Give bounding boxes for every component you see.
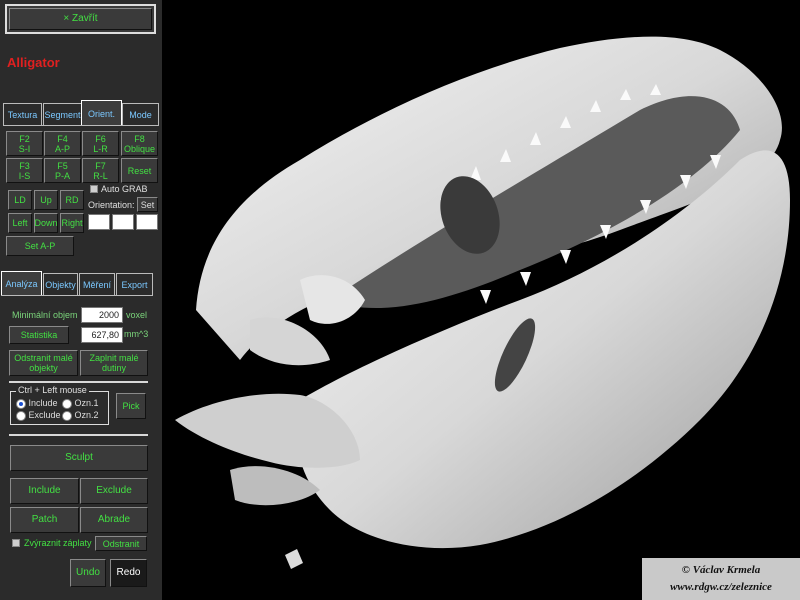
reset-button[interactable]: Reset [121, 158, 158, 183]
orientation-label: Orientation: [88, 200, 135, 210]
undo-button[interactable]: Undo [70, 559, 106, 587]
remove-small-objects-button[interactable]: Odstranit malé objekty [9, 350, 78, 376]
redo-button[interactable]: Redo [110, 559, 147, 587]
separator-2 [9, 434, 148, 436]
radio-exclude-dot [16, 410, 26, 421]
radio-ozn1[interactable]: Ozn.1 [62, 398, 99, 409]
mouse-mode-group-label: Ctrl + Left mouse [16, 385, 89, 395]
view-lr-button[interactable]: F6 L-R [82, 131, 119, 156]
tab-objekty[interactable]: Objekty [43, 273, 78, 295]
tab-mereni[interactable]: Měření [79, 273, 115, 295]
view-pa-button[interactable]: F5 P-A [44, 158, 81, 183]
separator-1 [9, 381, 148, 383]
exclude-button[interactable]: Exclude [80, 478, 148, 504]
min-volume-input[interactable]: 2000 [81, 307, 123, 323]
radio-exclude-label: Exclude [28, 410, 61, 420]
tab-segment[interactable]: Segment [43, 103, 82, 125]
credit-author: © Václav Krmela [681, 564, 761, 576]
view-rl-button[interactable]: F7 R-L [82, 158, 119, 183]
bottom-tab-divider [1, 295, 153, 296]
orientation-field-3[interactable] [136, 214, 158, 230]
alligator-skull-render[interactable] [162, 0, 800, 600]
radio-ozn1-dot [62, 398, 72, 409]
auto-grab-checkbox[interactable] [90, 185, 98, 193]
radio-ozn2-dot [62, 410, 72, 421]
orientation-field-1[interactable] [88, 214, 110, 230]
orientation-field-2[interactable] [112, 214, 134, 230]
highlight-patches-label: Zvýraznit záplaty [24, 538, 92, 548]
radio-exclude[interactable]: Exclude [16, 410, 61, 421]
tab-orient[interactable]: Orient. [81, 100, 122, 126]
radio-ozn2[interactable]: Ozn.2 [62, 410, 99, 421]
tab-analyza[interactable]: Analýza [1, 271, 42, 296]
control-panel: × Zavřít Alligator Textura Segment Orien… [0, 0, 162, 600]
copyright-credit: © Václav Krmela www.rdgw.cz/zeleznice [642, 558, 800, 600]
move-down-button[interactable]: Down [34, 213, 58, 233]
min-volume-label: Minimální objem [12, 310, 78, 320]
view-oblique-button[interactable]: F8 Oblique [121, 131, 158, 156]
statistics-value: 627,80 [81, 327, 123, 343]
move-ld-button[interactable]: LD [8, 190, 32, 210]
include-button[interactable]: Include [10, 478, 79, 504]
move-rd-button[interactable]: RD [60, 190, 84, 210]
radio-ozn1-label: Ozn.1 [74, 398, 99, 408]
min-volume-unit: voxel [126, 310, 148, 320]
view-is-button[interactable]: F3 I-S [6, 158, 43, 183]
set-orientation-button[interactable]: Set [137, 197, 158, 212]
tab-export[interactable]: Export [116, 273, 153, 295]
radio-include-label: Include [28, 398, 58, 408]
radio-ozn2-label: Ozn.2 [74, 410, 99, 420]
tab-textura[interactable]: Textura [3, 103, 42, 125]
remove-patches-button[interactable]: Odstranit [95, 536, 147, 551]
fill-small-cavities-button[interactable]: Zaplnit malé dutiny [80, 350, 148, 376]
move-left-button[interactable]: Left [8, 213, 32, 233]
sculpt-button[interactable]: Sculpt [10, 445, 148, 471]
patch-button[interactable]: Patch [10, 507, 79, 533]
credit-url: www.rdgw.cz/zeleznice [670, 581, 772, 593]
statistics-unit: mm^3 [124, 329, 149, 339]
model-title: Alligator [7, 55, 60, 70]
statistics-button[interactable]: Statistika [9, 326, 69, 344]
tab-mode[interactable]: Mode [122, 103, 159, 125]
view-si-button[interactable]: F2 S-I [6, 131, 43, 156]
pick-button[interactable]: Pick [116, 393, 146, 419]
highlight-patches-checkbox[interactable] [12, 539, 20, 547]
radio-include-dot [16, 398, 26, 409]
tab-divider [3, 125, 159, 126]
close-button[interactable]: × Zavřít [9, 8, 152, 30]
auto-grab-label: Auto GRAB [101, 184, 148, 194]
view-ap-button[interactable]: F4 A-P [44, 131, 81, 156]
abrade-button[interactable]: Abrade [80, 507, 148, 533]
move-right-button[interactable]: Right [60, 213, 84, 233]
set-ap-button[interactable]: Set A-P [6, 236, 74, 256]
move-up-button[interactable]: Up [34, 190, 58, 210]
radio-include[interactable]: Include [16, 398, 58, 409]
